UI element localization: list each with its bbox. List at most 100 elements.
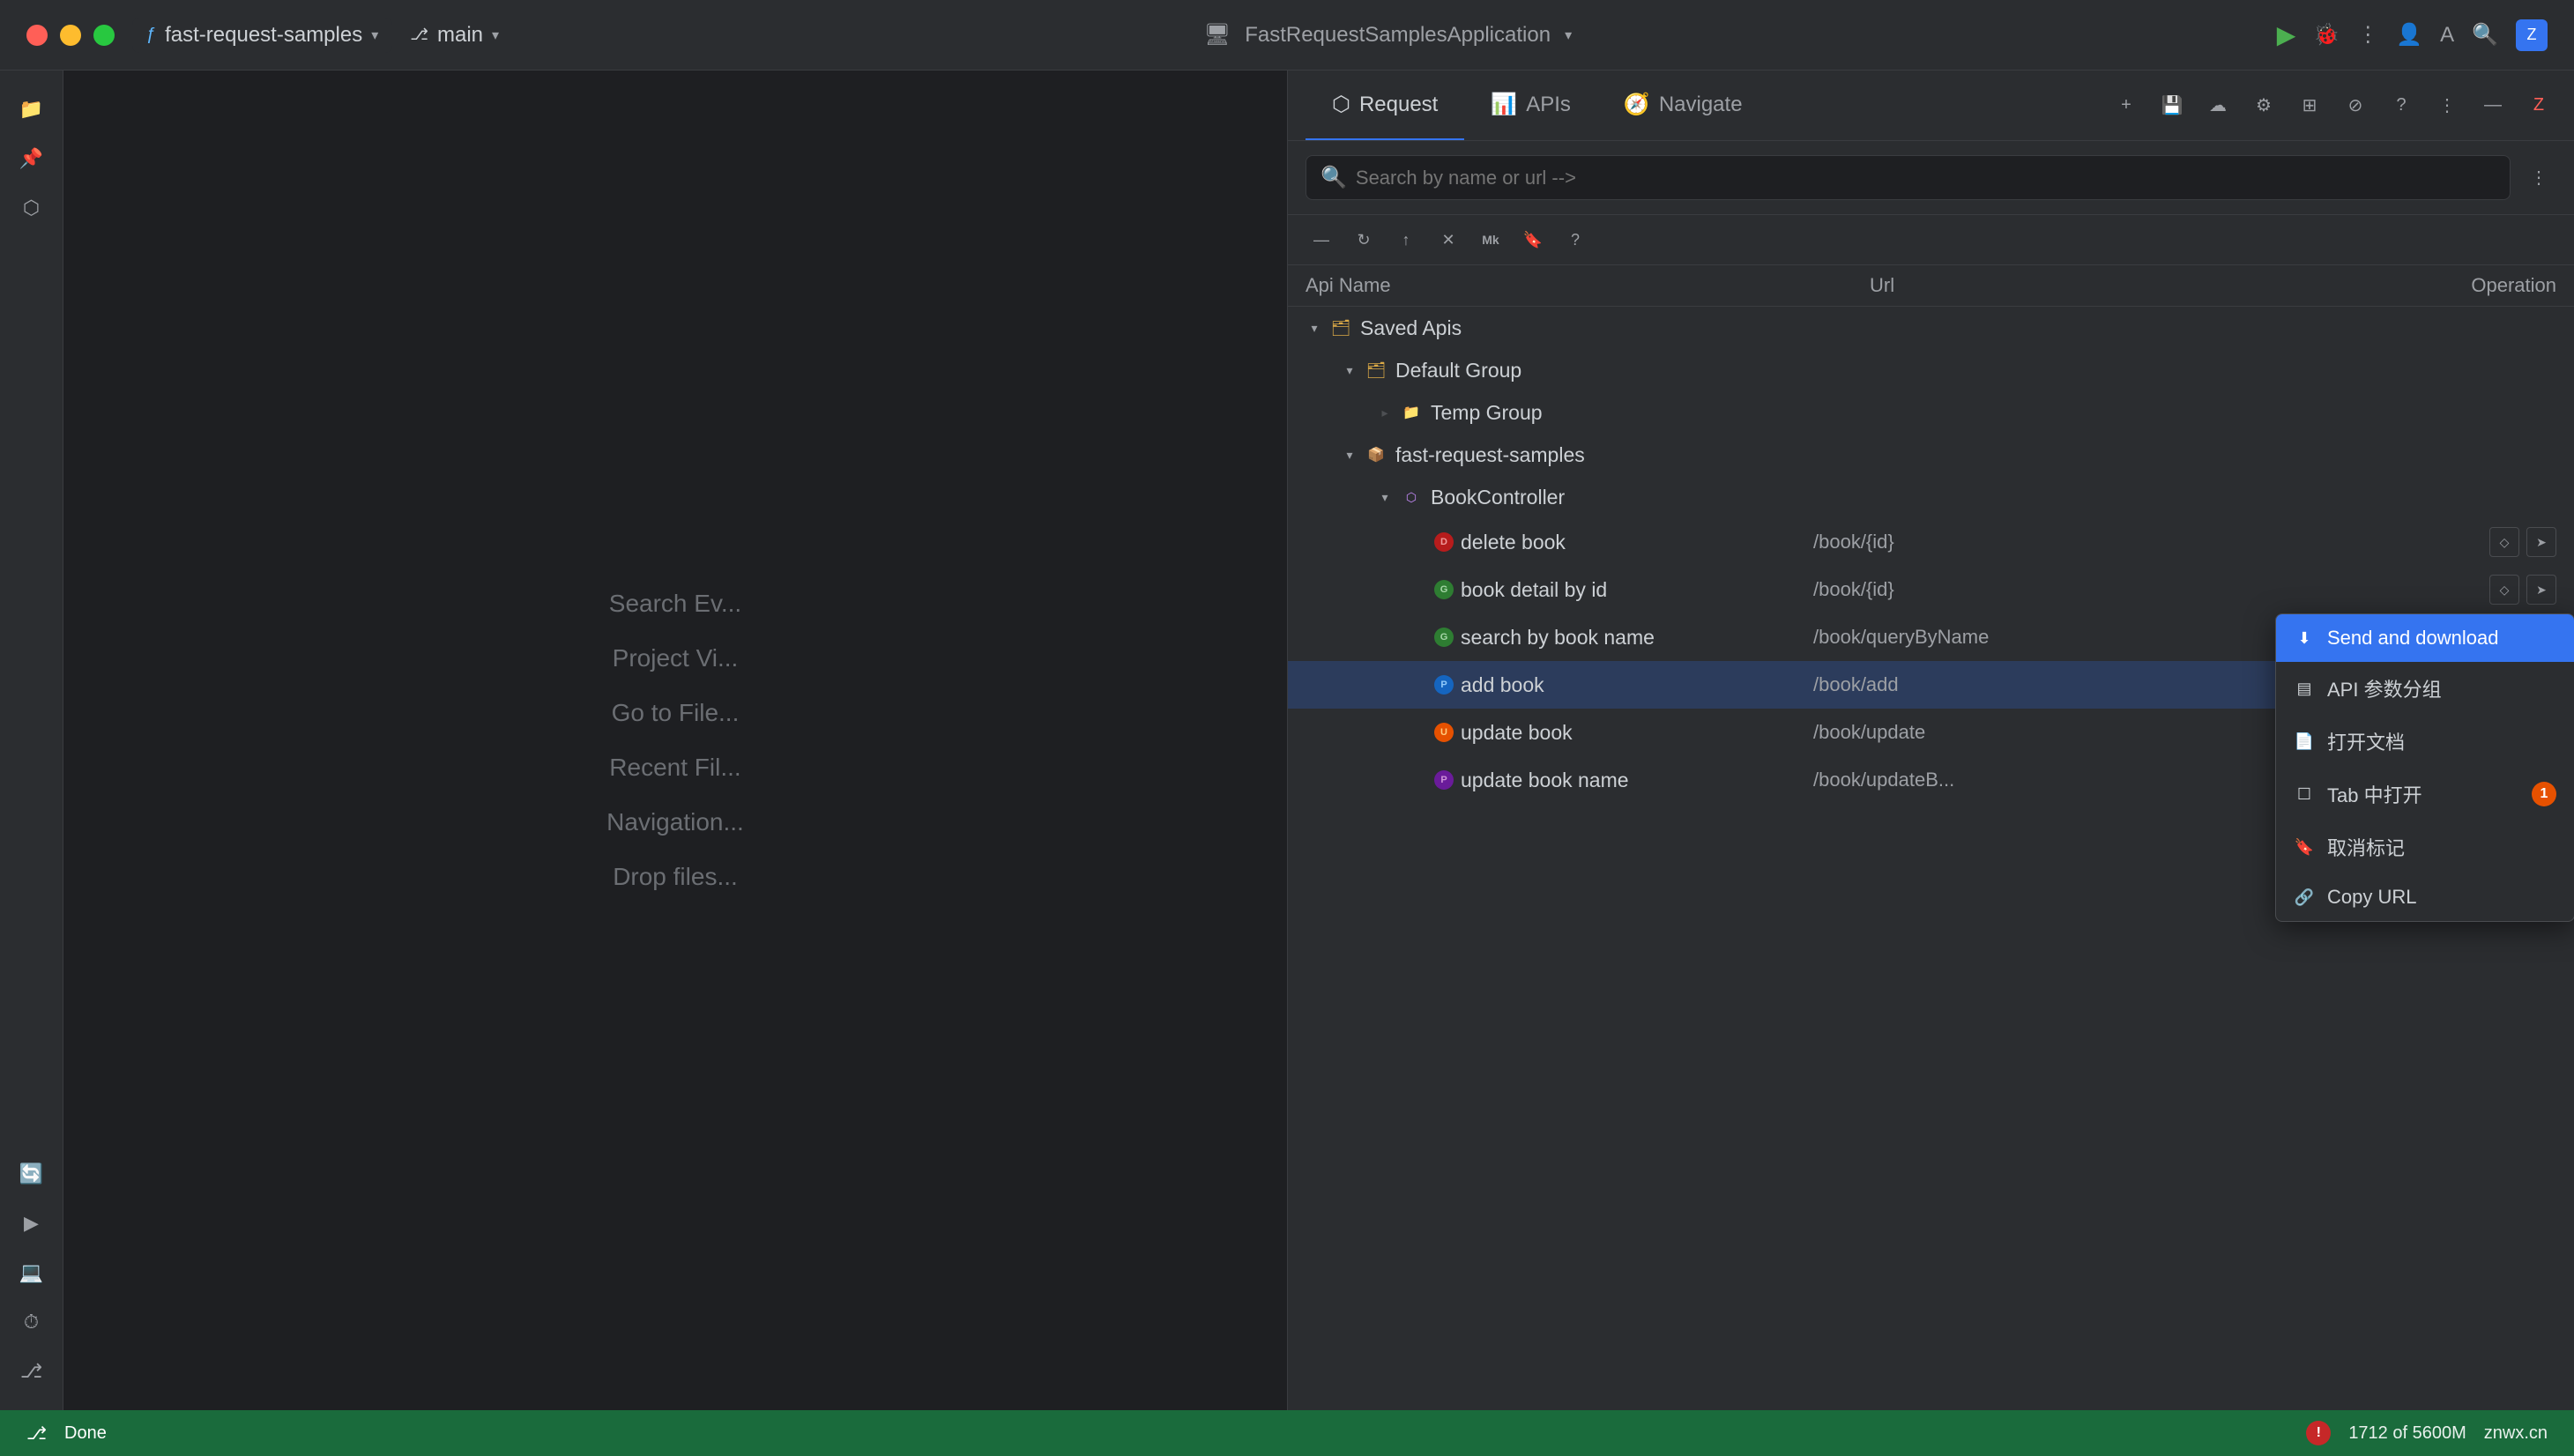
editor-recent-fil: Recent Fil... bbox=[609, 754, 740, 782]
refresh-btn[interactable]: ↻ bbox=[1348, 224, 1380, 256]
navigate-tab-icon: 🧭 bbox=[1624, 92, 1650, 117]
more-icon[interactable]: ⋮ bbox=[2357, 22, 2378, 48]
avatar[interactable]: Z bbox=[2516, 19, 2548, 51]
folder-saved-apis-icon: 🗂 bbox=[1328, 316, 1353, 340]
ctx-item-send-download[interactable]: ⬇ Send and download bbox=[2276, 614, 2574, 662]
left-sidebar: 📁 📌 ⬡ 🔄 ▶ 💻 ⏱ ⎇ bbox=[0, 71, 63, 1410]
branch-chevron-icon: ▾ bbox=[492, 26, 499, 44]
ctx-label-api-params-group: API 参数分组 bbox=[2327, 674, 2442, 702]
apis-tab-icon: 📊 bbox=[1491, 92, 1517, 117]
open-doc-icon: 📄 bbox=[2294, 732, 2315, 751]
ctx-label-send-download: Send and download bbox=[2327, 627, 2499, 650]
overflow-btn[interactable]: ⋮ bbox=[2429, 88, 2465, 123]
editor-search-ev: Search Ev... bbox=[609, 590, 741, 618]
ctx-item-cancel-mark[interactable]: 🔖 取消标记 bbox=[2276, 821, 2574, 873]
help-toolbar-btn[interactable]: ? bbox=[1559, 224, 1591, 256]
settings-btn[interactable]: ⚙ bbox=[2246, 88, 2281, 123]
close-btn[interactable]: ✕ bbox=[1432, 224, 1464, 256]
sidebar-item-run[interactable]: ▶ bbox=[11, 1202, 53, 1244]
translate-icon[interactable]: A bbox=[2440, 23, 2454, 48]
sidebar-item-folder[interactable]: 📁 bbox=[11, 88, 53, 130]
folder-temp-group-icon: 📁 bbox=[1399, 400, 1424, 425]
search-icon[interactable]: 🔍 bbox=[2472, 22, 2498, 48]
close-button[interactable] bbox=[26, 25, 48, 46]
book-detail-label: book detail by id bbox=[1461, 578, 1813, 602]
controller-icon-book: ⬡ bbox=[1399, 485, 1424, 509]
tab-navigate[interactable]: 🧭 Navigate bbox=[1597, 71, 1769, 140]
run-icon[interactable]: ▶ bbox=[2277, 20, 2296, 49]
delete-book-op2[interactable]: ➤ bbox=[2526, 527, 2556, 557]
book-detail-op1[interactable]: ◇ bbox=[2489, 575, 2519, 605]
grid-btn[interactable]: ⊞ bbox=[2292, 88, 2327, 123]
sidebar-item-terminal[interactable]: 💻 bbox=[11, 1252, 53, 1294]
project-selector[interactable]: ƒ fast-request-samples ▾ bbox=[132, 18, 392, 53]
sidebar-item-remote[interactable]: 🔄 bbox=[11, 1153, 53, 1195]
ctx-item-api-params-group[interactable]: ▤ API 参数分组 bbox=[2276, 662, 2574, 715]
sidebar-item-pin[interactable]: 📌 bbox=[11, 137, 53, 180]
sidebar-item-git[interactable]: ⎇ bbox=[11, 1350, 53, 1393]
bookmark-btn[interactable]: 🔖 bbox=[1517, 224, 1549, 256]
tab-apis[interactable]: 📊 APIs bbox=[1464, 71, 1597, 140]
temp-group-label: Temp Group bbox=[1431, 401, 1783, 425]
default-group-label: Default Group bbox=[1395, 359, 1748, 383]
editor-go-to-file: Go to File... bbox=[612, 699, 740, 727]
status-bar: ⎇ Done ! 1712 of 5600M znwx.cn bbox=[0, 1410, 2574, 1456]
project-chevron-icon: ▾ bbox=[371, 26, 378, 44]
table-header: Api Name Url Operation bbox=[1288, 265, 2574, 307]
tree-row-temp-group[interactable]: ▸ 📁 Temp Group bbox=[1288, 391, 2574, 434]
project-icon-frsamples: 📦 bbox=[1364, 442, 1388, 467]
main-layout: 📁 📌 ⬡ 🔄 ▶ 💻 ⏱ ⎇ Search Ev... Project Vi.… bbox=[0, 71, 2574, 1410]
method-add-book: P bbox=[1434, 675, 1454, 695]
error-badge[interactable]: ! bbox=[2306, 1421, 2331, 1445]
minimize-button[interactable] bbox=[60, 25, 81, 46]
tree-row-saved-apis[interactable]: ▾ 🗂 Saved Apis bbox=[1288, 307, 2574, 349]
sidebar-item-time[interactable]: ⏱ bbox=[11, 1301, 53, 1343]
ctx-item-copy-url[interactable]: 🔗 Copy URL bbox=[2276, 873, 2574, 921]
tree-row-book-detail-by-id[interactable]: G book detail by id /book/{id} ◇ ➤ bbox=[1288, 566, 2574, 613]
tree-row-default-group[interactable]: ▾ 🗂 Default Group bbox=[1288, 349, 2574, 391]
book-detail-url: /book/{id} bbox=[1813, 578, 2415, 601]
ctx-label-open-tab: Tab 中打开 bbox=[2327, 780, 2422, 808]
minimize-panel-btn[interactable]: — bbox=[2475, 88, 2511, 123]
git-branch-icon: ⎇ bbox=[410, 26, 428, 44]
position-label: 1712 of 5600M bbox=[2348, 1423, 2466, 1444]
cloud-btn[interactable]: ☁ bbox=[2200, 88, 2236, 123]
method-search-book-name: G bbox=[1434, 628, 1454, 647]
filter-btn[interactable]: ⊘ bbox=[2338, 88, 2373, 123]
search-options-btn[interactable]: ⋮ bbox=[2521, 160, 2556, 196]
book-detail-op2[interactable]: ➤ bbox=[2526, 575, 2556, 605]
app-chevron-icon: ▾ bbox=[1565, 26, 1572, 44]
collapse-btn[interactable]: — bbox=[1306, 224, 1337, 256]
help-btn[interactable]: ? bbox=[2384, 88, 2419, 123]
add-api-btn[interactable]: + bbox=[2109, 88, 2144, 123]
tree-row-book-controller[interactable]: ▾ ⬡ BookController bbox=[1288, 476, 2574, 518]
user-icon[interactable]: 👤 bbox=[2396, 22, 2422, 48]
status-done-label: Done bbox=[64, 1423, 107, 1444]
tree-row-fast-request-samples[interactable]: ▾ 📦 fast-request-samples bbox=[1288, 434, 2574, 476]
send-download-icon: ⬇ bbox=[2294, 629, 2315, 648]
ctx-item-open-doc[interactable]: 📄 打开文档 bbox=[2276, 715, 2574, 768]
folder-default-group-icon: 🗂 bbox=[1364, 358, 1388, 383]
delete-book-op1[interactable]: ◇ bbox=[2489, 527, 2519, 557]
ctx-label-cancel-mark: 取消标记 bbox=[2327, 833, 2405, 861]
save-btn[interactable]: 💾 bbox=[2154, 88, 2190, 123]
method-book-detail: G bbox=[1434, 580, 1454, 599]
search-input[interactable] bbox=[1356, 167, 2496, 189]
delete-book-url: /book/{id} bbox=[1813, 531, 2415, 553]
sidebar-item-components[interactable]: ⬡ bbox=[11, 187, 53, 229]
ctx-item-open-tab[interactable]: ☐ Tab 中打开 1 bbox=[2276, 768, 2574, 821]
delete-book-ops: ◇ ➤ bbox=[2415, 527, 2556, 557]
maximize-button[interactable] bbox=[93, 25, 115, 46]
markdown-btn[interactable]: Mk bbox=[1475, 224, 1506, 256]
up-btn[interactable]: ↑ bbox=[1390, 224, 1422, 256]
suffix-label: znwx.cn bbox=[2484, 1423, 2548, 1444]
close-panel-btn[interactable]: Z bbox=[2521, 88, 2556, 123]
search-bar: 🔍 ⋮ bbox=[1288, 141, 2574, 215]
debug-icon[interactable]: 🐞 bbox=[2313, 22, 2340, 48]
editor-navigation: Navigation... bbox=[606, 808, 744, 836]
update-book-name-label: update book name bbox=[1461, 769, 1813, 792]
tab-request[interactable]: ⬡ Request bbox=[1306, 71, 1464, 140]
branch-selector[interactable]: ⎇ main ▾ bbox=[410, 23, 499, 48]
tree-row-delete-book[interactable]: D delete book /book/{id} ◇ ➤ bbox=[1288, 518, 2574, 566]
editor-drop-files: Drop files... bbox=[613, 863, 738, 891]
